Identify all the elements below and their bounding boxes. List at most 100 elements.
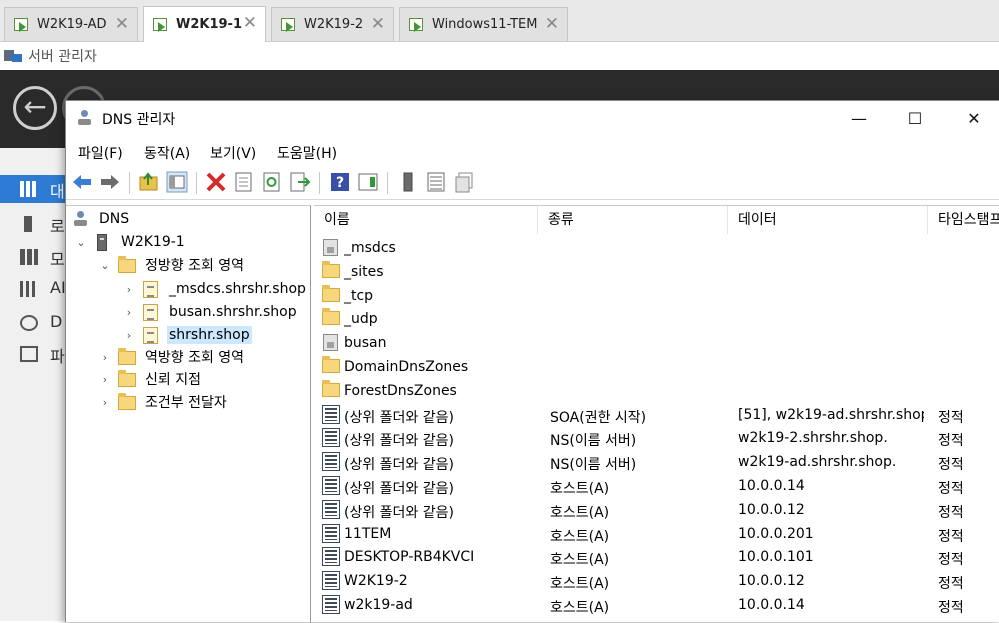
- menu-view[interactable]: 보기(V): [210, 143, 256, 163]
- vm-tab-w2k19-1[interactable]: W2K19-1 ✕: [143, 6, 266, 42]
- sidebar-item-local[interactable]: 로: [0, 210, 66, 238]
- minimize-button[interactable]: —: [836, 101, 882, 137]
- record-data: 10.0.0.14: [738, 478, 805, 494]
- column-header-timestamp[interactable]: 타임스탬프: [928, 206, 999, 234]
- record-type: NS(이름 서버): [550, 433, 637, 450]
- table-row[interactable]: DESKTOP-RB4KVCI 호스트(A) 10.0.0.101 정적: [314, 546, 999, 569]
- table-row[interactable]: 11TEM 호스트(A) 10.0.0.201 정적: [314, 523, 999, 546]
- menu-help[interactable]: 도움말(H): [277, 143, 337, 163]
- tree-node-conditional-forwarders[interactable]: › 조건부 전달자: [98, 391, 229, 413]
- sidebar-item-label: 파: [50, 347, 65, 366]
- back-icon[interactable]: [71, 171, 93, 193]
- zone-file-icon: [142, 304, 160, 321]
- servers-icon: [20, 249, 38, 265]
- vm-tab-w2k19-2[interactable]: W2K19-2 ✕: [271, 7, 394, 41]
- sidebar-item-label: 대: [50, 182, 65, 201]
- table-row[interactable]: _udp: [314, 308, 999, 331]
- table-row[interactable]: (상위 폴더와 같음) 호스트(A) 10.0.0.12 정적: [314, 499, 999, 522]
- close-icon[interactable]: ✕: [243, 13, 257, 33]
- table-row[interactable]: _tcp: [314, 284, 999, 308]
- window-titlebar[interactable]: DNS 관리자 — ☐ ✕: [66, 101, 999, 137]
- record-timestamp: 정적: [938, 409, 964, 426]
- delete-icon[interactable]: [205, 171, 227, 193]
- table-row[interactable]: (상위 폴더와 같음) NS(이름 서버) w2k19-ad.shrshr.shop…: [314, 451, 999, 474]
- tree-node-zone-msdcs[interactable]: › _msdcs.shrshr.shop: [122, 278, 308, 300]
- record-timestamp: 정적: [938, 433, 964, 450]
- maximize-button[interactable]: ☐: [892, 101, 938, 137]
- sidebar-item-all[interactable]: 모: [0, 243, 66, 271]
- table-row[interactable]: (상위 폴더와 같음) SOA(권한 시작) [51], w2k19-ad.shrs…: [314, 404, 999, 427]
- toolbar: ?: [66, 167, 999, 200]
- properties-icon[interactable]: [233, 171, 255, 193]
- sidebar-item-dns[interactable]: D: [0, 309, 66, 337]
- chevron-right-icon[interactable]: ›: [98, 351, 112, 364]
- chevron-down-icon[interactable]: ⌄: [98, 259, 112, 272]
- column-header-data[interactable]: 데이터: [728, 206, 928, 234]
- chevron-down-icon[interactable]: ⌄: [74, 236, 88, 249]
- record-timestamp: 정적: [938, 481, 964, 497]
- server-icon: [94, 234, 112, 251]
- close-icon[interactable]: ✕: [115, 14, 129, 34]
- chevron-right-icon[interactable]: ›: [122, 306, 136, 319]
- delegation-folder-icon: [322, 333, 340, 352]
- zone-file-icon: [142, 327, 160, 344]
- action-pane-icon[interactable]: [357, 171, 379, 193]
- menu-action[interactable]: 동작(A): [144, 143, 190, 163]
- export-list-icon[interactable]: [289, 171, 311, 193]
- record-name: (상위 폴더와 같음): [344, 457, 454, 474]
- tree-node-forward-zones[interactable]: ⌄ 정방향 조회 영역: [98, 254, 246, 276]
- vm-tab-label: W2K19-AD: [37, 17, 107, 32]
- record-timestamp: 정적: [938, 528, 964, 545]
- table-row[interactable]: (상위 폴더와 같음) NS(이름 서버) w2k19-2.shrshr.shop.…: [314, 427, 999, 450]
- column-header-type[interactable]: 종류: [538, 206, 728, 234]
- folder-icon: [322, 356, 340, 376]
- chevron-right-icon[interactable]: ›: [122, 329, 136, 342]
- menu-file[interactable]: 파일(F): [78, 143, 123, 163]
- vm-tab-windows11-tem[interactable]: Windows11-TEM ✕: [399, 7, 568, 41]
- close-icon[interactable]: ✕: [371, 14, 385, 34]
- show-hide-console-tree-icon[interactable]: [166, 171, 188, 193]
- server-icon[interactable]: [397, 171, 419, 193]
- tree-node-zone-busan[interactable]: › busan.shrshr.shop: [122, 301, 299, 323]
- close-icon[interactable]: ✕: [545, 14, 559, 34]
- vm-tab-w2k19-ad[interactable]: W2K19-AD ✕: [4, 7, 138, 41]
- tree-node-trust-points[interactable]: › 신뢰 지점: [98, 368, 203, 390]
- close-button[interactable]: ✕: [951, 101, 997, 137]
- record-name: DomainDnsZones: [344, 359, 469, 375]
- list-icon[interactable]: [425, 171, 447, 193]
- chevron-right-icon[interactable]: ›: [98, 396, 112, 409]
- table-row[interactable]: ForestDnsZones: [314, 379, 999, 403]
- tree-node-reverse-zones[interactable]: › 역방향 조회 영역: [98, 346, 246, 368]
- chevron-right-icon[interactable]: ›: [98, 373, 112, 386]
- ad-icon: [20, 281, 38, 297]
- table-row[interactable]: _msdcs: [314, 237, 999, 260]
- chevron-right-icon[interactable]: ›: [122, 283, 136, 296]
- sidebar-item-file[interactable]: 파: [0, 340, 66, 368]
- copy-records-icon[interactable]: [453, 171, 475, 193]
- table-row[interactable]: (상위 폴더와 같음) 호스트(A) 10.0.0.14 정적: [314, 475, 999, 498]
- record-data: 10.0.0.201: [738, 525, 814, 542]
- help-icon[interactable]: ?: [329, 171, 351, 193]
- folder-icon: [118, 256, 136, 273]
- tree-node-server[interactable]: ⌄ W2K19-1: [74, 231, 187, 253]
- table-row[interactable]: DomainDnsZones: [314, 356, 999, 379]
- sidebar-item-dashboard[interactable]: 대: [0, 175, 66, 203]
- record-name: (상위 폴더와 같음): [344, 481, 454, 497]
- up-one-level-icon[interactable]: [138, 171, 160, 193]
- forward-icon[interactable]: [99, 171, 121, 193]
- vm-tab-label: Windows11-TEM: [432, 17, 538, 32]
- tree-node-zone-shrshr[interactable]: › shrshr.shop: [122, 324, 252, 346]
- sidebar-item-ad[interactable]: AI: [0, 275, 66, 303]
- column-header-name[interactable]: 이름: [314, 206, 538, 234]
- table-row[interactable]: W2K19-2 호스트(A) 10.0.0.12 정적: [314, 570, 999, 593]
- table-row[interactable]: busan: [314, 332, 999, 355]
- record-data: 10.0.0.12: [738, 573, 805, 590]
- table-row[interactable]: w2k19-ad 호스트(A) 10.0.0.14 정적: [314, 594, 999, 617]
- server-manager-titlebar: 서버 관리자: [0, 42, 999, 70]
- refresh-icon[interactable]: [261, 171, 283, 193]
- tree-node-dns[interactable]: DNS: [72, 208, 131, 230]
- vm-tab-label: W2K19-2: [304, 17, 364, 32]
- back-arrow-icon[interactable]: ←: [13, 86, 57, 130]
- record-type: SOA(권한 시작): [550, 409, 647, 426]
- table-row[interactable]: _sites: [314, 260, 999, 284]
